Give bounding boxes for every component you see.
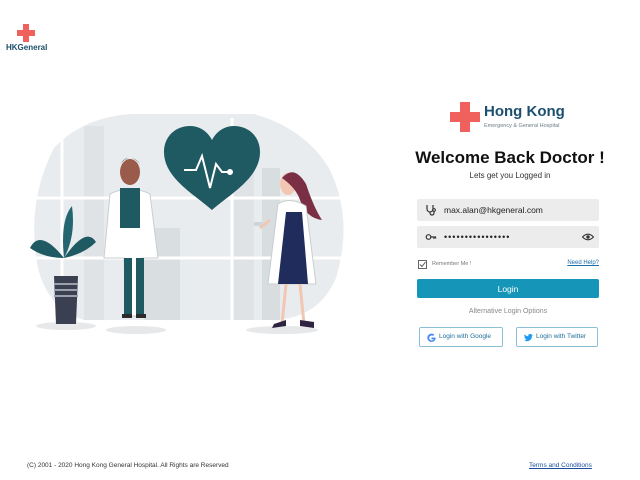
doctors-illustration: [24, 114, 360, 334]
logo-text: HKGeneral: [6, 43, 48, 52]
login-panel: Hong Kong Emergency & General Hospital W…: [400, 0, 620, 480]
login-with-google-button[interactable]: Login with Google: [419, 327, 503, 347]
key-icon: [425, 234, 437, 240]
password-input[interactable]: [444, 229, 584, 245]
login-tagline: Lets get you Logged in: [469, 171, 551, 180]
copyright-text: (C) 2001 - 2020 Hong Kong General Hospit…: [27, 462, 229, 469]
login-with-twitter-button[interactable]: Login with Twitter: [516, 327, 598, 347]
google-label: Login with Google: [439, 333, 492, 340]
brand-subtitle: Emergency & General Hospital: [484, 123, 560, 129]
alternative-login-label: Alternative Login Options: [468, 308, 548, 315]
google-icon: [427, 333, 436, 342]
password-field[interactable]: [417, 226, 599, 248]
eye-icon[interactable]: [582, 231, 594, 243]
hospital-brand: Hong Kong Emergency & General Hospital: [450, 102, 590, 134]
terms-link[interactable]: Terms and Conditions: [529, 462, 592, 469]
medical-cross-icon: [450, 102, 480, 132]
twitter-label: Login with Twitter: [536, 333, 587, 340]
email-input[interactable]: [444, 202, 584, 218]
checkbox-checked-icon[interactable]: [418, 260, 427, 269]
email-field[interactable]: [417, 199, 599, 221]
brand-title: Hong Kong: [484, 103, 565, 120]
stethoscope-icon: [426, 205, 436, 216]
need-help-link[interactable]: Need Help?: [567, 260, 599, 266]
remember-me-label: Remember Me !: [432, 261, 472, 267]
login-button[interactable]: Login: [417, 279, 599, 298]
welcome-heading: Welcome Back Doctor !: [415, 148, 605, 167]
twitter-icon: [524, 333, 533, 342]
medical-cross-icon: [17, 24, 35, 42]
